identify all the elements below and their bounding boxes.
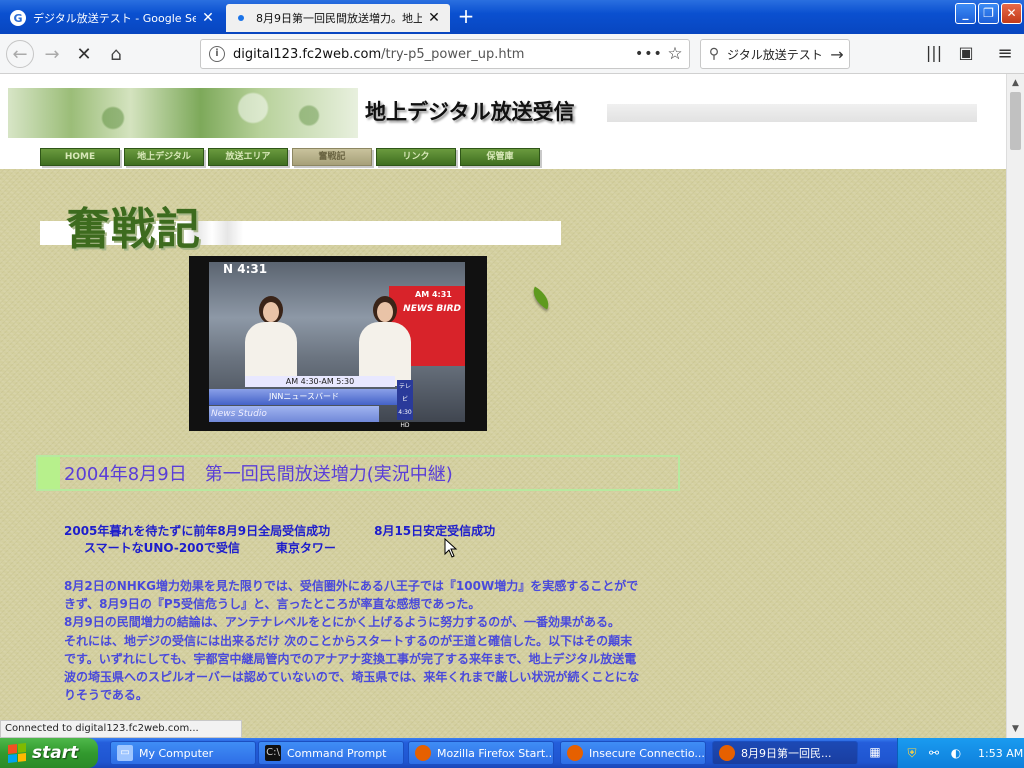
- channel-logo: N 4:31: [223, 262, 268, 276]
- forward-arrow-icon[interactable]: →: [38, 40, 66, 68]
- cmd-icon: C:\: [265, 745, 281, 761]
- status-bar: Connected to digital123.fc2web.com...: [0, 720, 242, 738]
- paragraph: 8月2日のNHKG増力効果を見た限りでは、受信圏外にある八王子では『100W増力…: [64, 579, 639, 612]
- paragraph: それには、地デジの受信には出来るだけ 次のことからスタートするのが王道と確信した…: [64, 633, 640, 703]
- network-icon[interactable]: ⚯: [926, 745, 942, 761]
- minimize-button[interactable]: _: [955, 3, 976, 24]
- taskbar-my-computer[interactable]: ▭ My Computer: [110, 741, 256, 765]
- section-title-text: 2004年8月9日 第一回民間放送増力(実況中継): [64, 464, 453, 485]
- header-decoration-bar: [607, 104, 977, 122]
- windows-logo-icon: [8, 743, 26, 763]
- search-input[interactable]: ⚲ ジタル放送テスト →: [700, 39, 850, 69]
- volume-icon[interactable]: ◐: [948, 745, 964, 761]
- search-query[interactable]: ジタル放送テスト: [727, 46, 825, 63]
- tv-screenshot-image: NEWS BIRD N 4:31 AM 4:31 AM 4:30-AM 5:30…: [189, 256, 487, 431]
- nav-broadcast-area[interactable]: 放送エリア: [208, 148, 288, 166]
- url-text[interactable]: digital123.fc2web.com/try-p5_power_up.ht…: [233, 47, 635, 62]
- url-bar[interactable]: i digital123.fc2web.com/try-p5_power_up.…: [200, 39, 690, 69]
- library-icon[interactable]: |||: [922, 43, 946, 65]
- shield-icon[interactable]: ⛨: [904, 745, 920, 761]
- site-header: 地上デジタル放送受信 HOME 地上デジタル 放送エリア 奮戦記 リンク 保管庫: [0, 74, 1006, 169]
- page-viewport: 地上デジタル放送受信 HOME 地上デジタル 放送エリア 奮戦記 リンク 保管庫…: [0, 74, 1006, 738]
- bookmark-star-icon[interactable]: ☆: [661, 44, 689, 64]
- home-icon[interactable]: ⌂: [102, 40, 130, 68]
- new-tab-icon[interactable]: +: [454, 6, 478, 28]
- title-bar: G デジタル放送テスト - Google Search ✕ 8月9日第一回民間放…: [0, 0, 1024, 34]
- tab-title: 8月9日第一回民間放送増力。地上: [256, 12, 422, 25]
- navigation-toolbar: ← → ✕ ⌂ i digital123.fc2web.com/try-p5_p…: [0, 34, 1024, 74]
- start-button[interactable]: start: [0, 738, 98, 768]
- nav-battle-record[interactable]: 奮戦記: [292, 148, 372, 166]
- system-tray: ⛨ ⚯ ◐ 1:53 AM: [897, 738, 1024, 768]
- taskbar-command-prompt[interactable]: C:\ Command Prompt: [258, 741, 404, 765]
- tab-active-page[interactable]: 8月9日第一回民間放送増力。地上 ✕: [226, 4, 450, 32]
- keyboard-icon[interactable]: ▦: [866, 745, 884, 761]
- google-icon: G: [10, 10, 26, 26]
- taskbar: start ▭ My Computer C:\ Command Prompt M…: [0, 738, 1024, 768]
- tv-clock: AM 4:31: [415, 290, 452, 299]
- scroll-up-icon[interactable]: ▲: [1009, 76, 1022, 90]
- site-title: 地上デジタル放送受信: [365, 100, 575, 124]
- maximize-button[interactable]: ❐: [978, 3, 999, 24]
- hd-chip: テレビ 4:30 HD: [397, 380, 413, 429]
- info-icon[interactable]: i: [209, 46, 225, 62]
- taskbar-insecure-connection[interactable]: Insecure Connectio...: [560, 741, 706, 765]
- clock: 1:53 AM: [978, 746, 1024, 760]
- section-marker: [38, 457, 60, 489]
- leaf-icon: [527, 286, 555, 310]
- anchor-left: [241, 296, 301, 386]
- close-tab-icon[interactable]: ✕: [200, 10, 216, 26]
- mouse-cursor-icon: [444, 538, 458, 558]
- taskbar-active-page[interactable]: 8月9日第一回民...: [712, 741, 858, 765]
- search-go-arrow-icon[interactable]: →: [825, 45, 849, 64]
- taskbar-firefox-start[interactable]: Mozilla Firefox Start...: [408, 741, 554, 765]
- back-arrow-icon[interactable]: ←: [6, 40, 34, 68]
- site-nav: HOME 地上デジタル 放送エリア 奮戦記 リンク 保管庫: [40, 148, 540, 166]
- hamburger-menu-icon[interactable]: ≡: [993, 43, 1017, 65]
- page-heading: 奮戦記: [66, 204, 201, 255]
- firefox-icon: [415, 745, 431, 761]
- firefox-icon: [719, 745, 735, 761]
- tab-title: デジタル放送テスト - Google Search: [33, 12, 196, 25]
- search-icon: ⚲: [708, 46, 720, 62]
- section-title: 2004年8月9日 第一回民間放送増力(実況中継): [36, 455, 680, 491]
- sidebar-icon[interactable]: ▣: [954, 43, 978, 65]
- stop-icon[interactable]: ✕: [70, 40, 98, 68]
- studio-bar: News Studio: [209, 406, 379, 422]
- scrollbar-thumb[interactable]: [1010, 92, 1021, 150]
- nav-home[interactable]: HOME: [40, 148, 120, 166]
- loading-dot-icon: [238, 15, 244, 21]
- close-window-button[interactable]: ✕: [1001, 3, 1022, 24]
- nav-links[interactable]: リンク: [376, 148, 456, 166]
- leaf-banner-image: [8, 88, 358, 138]
- firefox-icon: [567, 745, 583, 761]
- close-tab-icon[interactable]: ✕: [426, 10, 442, 26]
- subheading: 2005年暮れを待たずに前年8月9日全局受信成功 8月15日安定受信成功 スマート…: [64, 524, 496, 555]
- page-actions-icon[interactable]: •••: [635, 46, 662, 62]
- computer-icon: ▭: [117, 745, 133, 761]
- vertical-scrollbar[interactable]: ▲ ▼: [1006, 74, 1024, 738]
- nav-terrestrial-digital[interactable]: 地上デジタル: [124, 148, 204, 166]
- anchor-right: [355, 296, 415, 386]
- program-bar: JNNニュースバード: [209, 389, 399, 405]
- tab-google-search[interactable]: G デジタル放送テスト - Google Search ✕: [2, 4, 224, 32]
- scroll-down-icon[interactable]: ▼: [1009, 722, 1022, 736]
- time-chyron: AM 4:30-AM 5:30: [245, 376, 395, 387]
- paragraph: 8月9日の民間増力の結論は、アンテナレベルをとにかく上げるように努力するのが、一…: [64, 615, 620, 630]
- article-body: 8月2日のNHKG増力効果を見た限りでは、受信圏外にある八王子では『100W増力…: [64, 577, 644, 704]
- page-body: 奮戦記 NEWS BIRD N 4:31 AM 4:31 AM 4:30-AM …: [0, 169, 1006, 738]
- nav-archive[interactable]: 保管庫: [460, 148, 540, 166]
